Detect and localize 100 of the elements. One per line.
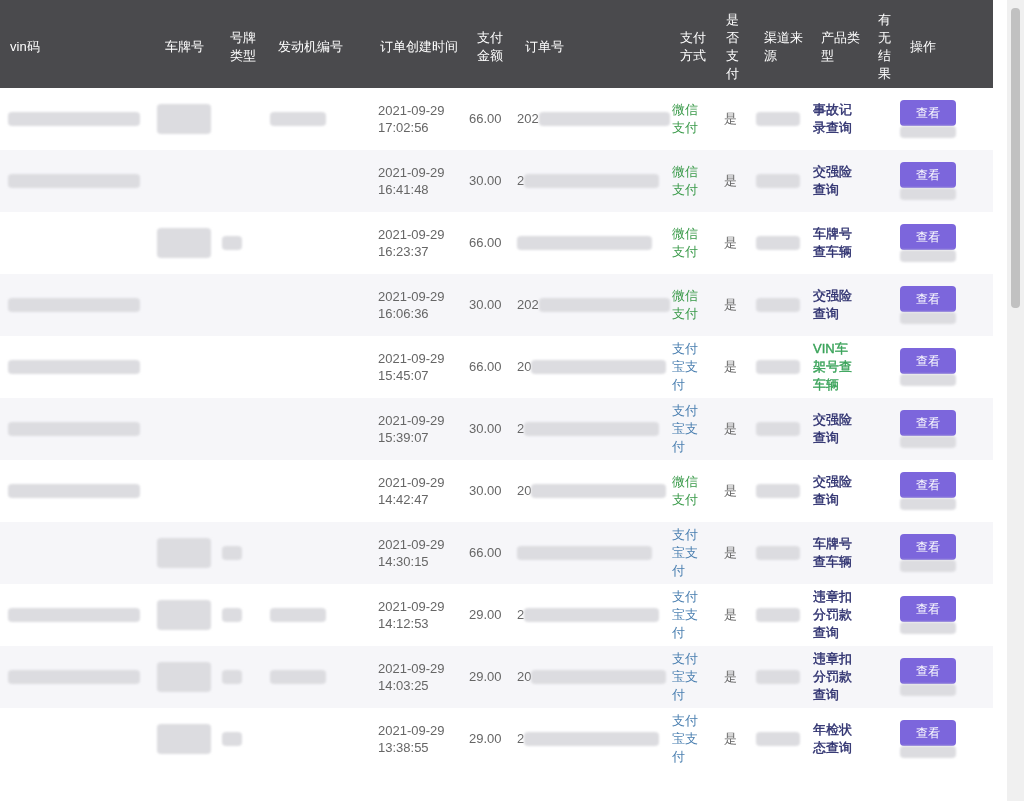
table-cell: 是: [724, 545, 737, 561]
column-header: 是否支付: [726, 11, 740, 83]
table-cell: 66.00: [469, 111, 502, 127]
redacted-block: [157, 662, 211, 692]
table-cell-text: 2021-09-29 14:12:53: [378, 598, 446, 632]
column-header: 支付方式: [680, 29, 707, 65]
table-cell-text: 2: [517, 420, 525, 439]
table-cell: 66.00: [469, 235, 502, 251]
column-header: 订单创建时间: [380, 38, 459, 56]
redacted-block: [270, 670, 326, 684]
column-header: 支付金额: [477, 29, 504, 65]
table-cell: 是: [724, 111, 737, 127]
table-cell-text: 202: [517, 296, 539, 315]
table-cell-text: 2: [517, 172, 525, 191]
product-type: 交强险查询: [813, 163, 853, 199]
redacted-block: [222, 546, 242, 560]
redacted-block: [900, 560, 956, 572]
table-cell: 是: [724, 235, 737, 251]
product-type: 事故记录查询: [813, 101, 853, 137]
redacted-block: [900, 126, 956, 138]
table-cell-text: 2021-09-29 16:06:36: [378, 288, 446, 322]
product-type: 年检状态查询: [813, 721, 853, 757]
payment-method: 支付宝支付: [672, 402, 699, 456]
redacted-block: [222, 236, 242, 250]
table-cell-text: 2: [517, 606, 525, 625]
payment-method: 支付宝支付: [672, 712, 699, 766]
redacted-block: [756, 236, 800, 250]
payment-method: 支付宝支付: [672, 650, 699, 704]
table-cell: 是: [724, 731, 737, 747]
view-button[interactable]: 查看: [900, 286, 956, 312]
view-button[interactable]: 查看: [900, 534, 956, 560]
column-header: 车牌号: [165, 38, 205, 56]
redacted-block: [222, 732, 242, 746]
table-cell: 29.00: [469, 607, 502, 623]
redacted-block: [270, 608, 326, 622]
view-button[interactable]: 查看: [900, 720, 956, 746]
column-header: 操作: [910, 38, 937, 56]
table-cell-text: 2021-09-29 17:02:56: [378, 102, 446, 136]
table-cell: 是: [724, 173, 737, 189]
view-button[interactable]: 查看: [900, 224, 956, 250]
redacted-block: [756, 732, 800, 746]
table-cell-text: 202: [517, 110, 539, 129]
column-header: 有无结果: [878, 11, 892, 83]
redacted-block: [900, 746, 956, 758]
table-cell-text: 2021-09-29 16:23:37: [378, 226, 446, 260]
view-button[interactable]: 查看: [900, 472, 956, 498]
view-button[interactable]: 查看: [900, 348, 956, 374]
table-cell: 是: [724, 297, 737, 313]
table-cell-text: 2021-09-29 16:41:48: [378, 164, 446, 198]
product-type: 车牌号查车辆: [813, 535, 853, 571]
table-cell-text: 2021-09-29 14:03:25: [378, 660, 446, 694]
redacted-block: [900, 436, 956, 448]
redacted-block: [900, 498, 956, 510]
redacted-block: [756, 360, 800, 374]
table-cell: 是: [724, 359, 737, 375]
view-button[interactable]: 查看: [900, 596, 956, 622]
table-cell: 66.00: [469, 359, 502, 375]
redacted-block: [756, 484, 800, 498]
view-button[interactable]: 查看: [900, 410, 956, 436]
column-header: 产品类型: [821, 29, 861, 65]
table-cell: 30.00: [469, 173, 502, 189]
table-cell-text: 20: [517, 668, 532, 687]
table-cell: 30.00: [469, 421, 502, 437]
view-button[interactable]: 查看: [900, 162, 956, 188]
table-cell: 是: [724, 607, 737, 623]
payment-method: 支付宝支付: [672, 588, 699, 642]
table-cell: 是: [724, 483, 737, 499]
redacted-block: [900, 622, 956, 634]
table-cell-text: 2021-09-29 13:38:55: [378, 722, 446, 756]
payment-method: 支付宝支付: [672, 340, 699, 394]
redacted-block: [756, 174, 800, 188]
view-button[interactable]: 查看: [900, 658, 956, 684]
table-cell-text: 20: [517, 358, 532, 377]
redacted-block: [157, 538, 211, 568]
redacted-block: [900, 250, 956, 262]
product-type: 车牌号查车辆: [813, 225, 853, 261]
table-cell-text: 2: [517, 730, 525, 749]
redacted-block: [756, 298, 800, 312]
table-cell-text: 2021-09-29 14:30:15: [378, 536, 446, 570]
view-button[interactable]: 查看: [900, 100, 956, 126]
product-type: 交强险查询: [813, 287, 853, 323]
payment-method: 微信支付: [672, 287, 699, 323]
redacted-block: [222, 608, 242, 622]
payment-method: 微信支付: [672, 473, 699, 509]
redacted-block: [270, 112, 326, 126]
product-type: VIN车架号查车辆: [813, 340, 853, 394]
table-cell: 是: [724, 421, 737, 437]
table-cell-text: 2021-09-29 14:42:47: [378, 474, 446, 508]
product-type: 违章扣分罚款查询: [813, 588, 853, 642]
column-header: 发动机编号: [278, 38, 344, 56]
scrollbar-thumb[interactable]: [1011, 8, 1020, 308]
redacted-block: [756, 608, 800, 622]
redacted-block: [157, 600, 211, 630]
redacted-block: [157, 724, 211, 754]
table-cell: 66.00: [469, 545, 502, 561]
redacted-block: [756, 670, 800, 684]
payment-method: 微信支付: [672, 163, 699, 199]
redacted-block: [900, 312, 956, 324]
table-cell-text: 20: [517, 482, 532, 501]
product-type: 交强险查询: [813, 411, 853, 447]
